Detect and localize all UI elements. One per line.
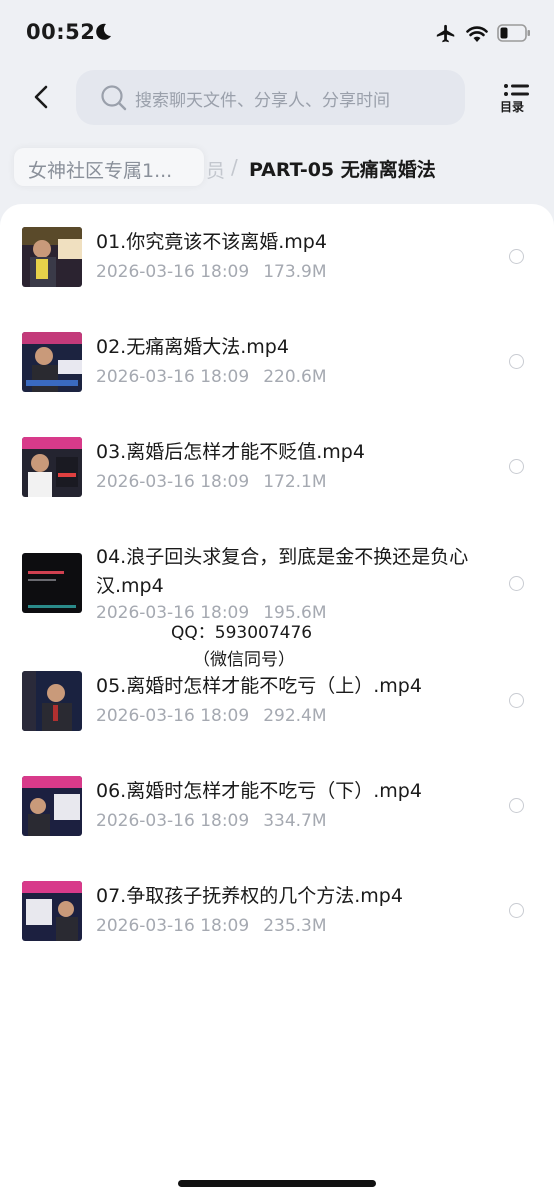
search-box[interactable]: 搜索聊天文件、分享人、分享时间 [76, 70, 465, 125]
select-radio[interactable] [509, 693, 524, 708]
file-date: 2026-03-16 18:09 [96, 916, 250, 936]
file-date: 2026-03-16 18:09 [96, 811, 250, 831]
toc-label[interactable]: 目录 [500, 98, 524, 115]
select-radio[interactable] [509, 459, 524, 474]
file-name: 01.你究竟该不该离婚.mp4 [96, 231, 327, 253]
video-thumbnail [22, 881, 82, 941]
file-date: 2026-03-16 18:09 [96, 262, 250, 282]
file-meta: 2026-03-16 18:09 334.7M [96, 811, 327, 831]
watermark-line2: （微信同号） [193, 650, 295, 670]
file-size: 235.3M [263, 916, 327, 936]
file-size: 173.9M [263, 262, 327, 282]
status-bar: 00:52 [0, 0, 554, 66]
file-name: 06.离婚时怎样才能不吃亏（下）.mp4 [96, 780, 422, 802]
select-radio[interactable] [509, 798, 524, 813]
breadcrumb-root-label: 女神社区专属1... [28, 160, 173, 182]
file-list-panel: 01.你究竟该不该离婚.mp4 2026-03-16 18:09 173.9M 0… [0, 204, 554, 1204]
breadcrumb-separator: / [231, 155, 238, 179]
breadcrumb-root[interactable]: 女神社区专属1... [14, 148, 204, 186]
video-thumbnail [22, 776, 82, 836]
file-name: 02.无痛离婚大法.mp4 [96, 336, 289, 358]
select-radio[interactable] [509, 249, 524, 264]
search-icon [101, 85, 127, 111]
airplane-icon [436, 24, 455, 43]
video-thumbnail [22, 332, 82, 392]
select-radio[interactable] [509, 576, 524, 591]
file-meta: 2026-03-16 18:09 292.4M [96, 706, 327, 726]
breadcrumb-middle[interactable]: 员 [206, 156, 225, 183]
file-meta: 2026-03-16 18:09 235.3M [96, 916, 327, 936]
video-thumbnail [22, 671, 82, 731]
file-item[interactable]: 03.离婚后怎样才能不贬值.mp4 2026-03-16 18:09 172.1M [0, 414, 554, 518]
file-size: 292.4M [263, 706, 327, 726]
file-meta: 2026-03-16 18:09 220.6M [96, 367, 327, 387]
back-arrow-icon[interactable] [28, 82, 56, 112]
select-radio[interactable] [509, 354, 524, 369]
video-thumbnail [22, 437, 82, 497]
home-indicator [178, 1180, 376, 1187]
file-size: 172.1M [263, 472, 327, 492]
file-name: 05.离婚时怎样才能不吃亏（上）.mp4 [96, 675, 422, 697]
status-time: 00:52 [26, 20, 96, 44]
file-item[interactable]: 06.离婚时怎样才能不吃亏（下）.mp4 2026-03-16 18:09 334… [0, 759, 554, 863]
file-name: 04.浪子回头求复合，到底是金不换还是负心汉.mp4 [96, 546, 469, 597]
file-meta: 2026-03-16 18:09 173.9M [96, 262, 327, 282]
file-item[interactable]: 01.你究竟该不该离婚.mp4 2026-03-16 18:09 173.9M [0, 204, 554, 308]
file-name: 03.离婚后怎样才能不贬值.mp4 [96, 441, 365, 463]
moon-icon [96, 23, 111, 40]
battery-icon [497, 24, 530, 42]
file-size: 220.6M [263, 367, 327, 387]
select-radio[interactable] [509, 903, 524, 918]
file-item[interactable]: 07.争取孩子抚养权的几个方法.mp4 2026-03-16 18:09 235.… [0, 864, 554, 968]
file-date: 2026-03-16 18:09 [96, 472, 250, 492]
file-date: 2026-03-16 18:09 [96, 706, 250, 726]
file-item[interactable]: 02.无痛离婚大法.mp4 2026-03-16 18:09 220.6M [0, 309, 554, 413]
wifi-icon [466, 26, 488, 42]
search-placeholder: 搜索聊天文件、分享人、分享时间 [135, 91, 390, 111]
file-size: 334.7M [263, 811, 327, 831]
watermark-line1: QQ：593007476 [171, 623, 313, 643]
file-meta: 2026-03-16 18:09 172.1M [96, 472, 327, 492]
breadcrumb-current: PART-05 无痛离婚法 [249, 159, 436, 181]
file-name: 07.争取孩子抚养权的几个方法.mp4 [96, 885, 403, 907]
file-date: 2026-03-16 18:09 [96, 367, 250, 387]
video-thumbnail [22, 227, 82, 287]
video-thumbnail [22, 553, 82, 613]
